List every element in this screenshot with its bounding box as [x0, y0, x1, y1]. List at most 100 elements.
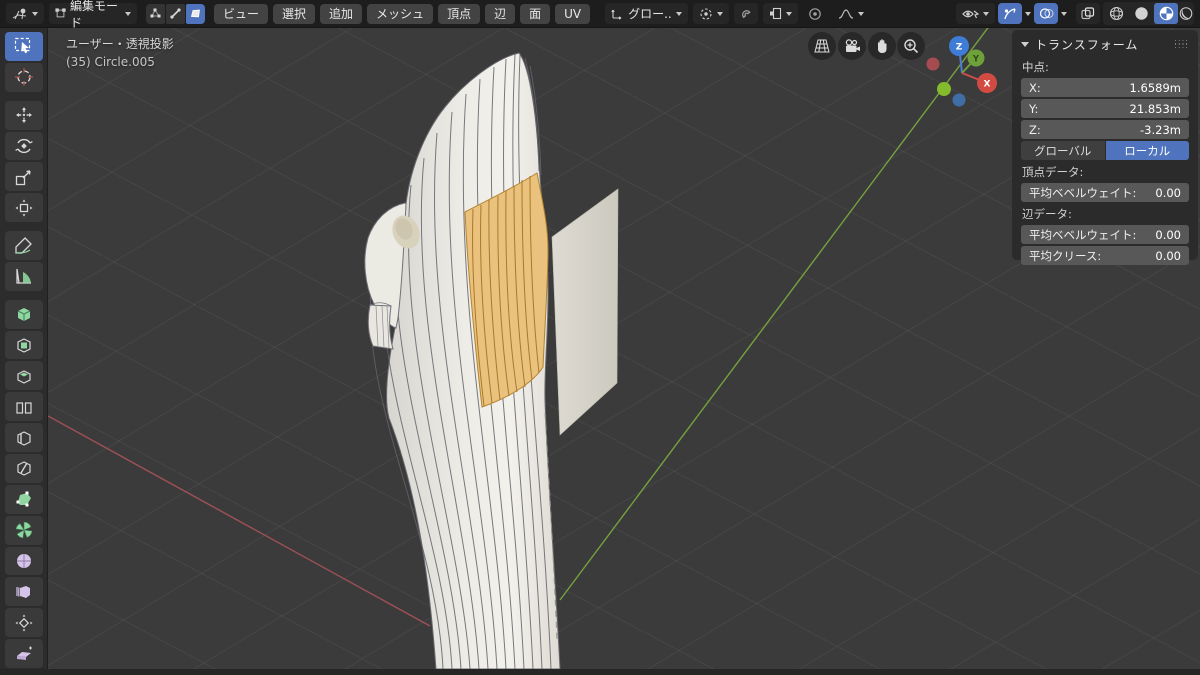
edge-select-button[interactable]	[166, 3, 185, 24]
material-preview-icon	[1159, 6, 1173, 21]
magnifier-plus-icon	[904, 39, 919, 54]
edge-bevel-weight-field[interactable]: 平均ベベルウェイト: 0.00	[1021, 225, 1189, 244]
proportional-editing-icon	[808, 7, 821, 20]
panel-grip-icon[interactable]: ::::::::	[1174, 38, 1189, 50]
camera-view-button[interactable]	[838, 32, 866, 60]
tool-move[interactable]	[4, 100, 43, 130]
tool-extrude-region[interactable]	[4, 330, 43, 360]
field-label: 平均ベベルウェイト:	[1029, 185, 1137, 200]
snap-magnet-icon	[742, 10, 751, 19]
tool-shear[interactable]	[4, 639, 43, 668]
field-value: 0.00	[1155, 248, 1181, 263]
viewport-3d[interactable]: Z Y X ユーザー・透視投影 (35) Circle.005 トランスフォーム…	[48, 28, 1200, 669]
zoom-view-button[interactable]	[897, 32, 925, 60]
tool-annotate[interactable]	[4, 231, 43, 260]
rendered-shading-icon	[1179, 7, 1193, 20]
material-preview-button[interactable]	[1154, 3, 1178, 24]
tool-bevel[interactable]	[4, 392, 43, 422]
mode-selector[interactable]: 編集モード	[49, 0, 137, 30]
pivot-point-icon	[700, 7, 712, 20]
menu-select[interactable]: 選択	[273, 3, 316, 24]
tool-spin[interactable]	[4, 515, 43, 545]
edge-data-label: 辺データ:	[1022, 207, 1072, 221]
menu-face[interactable]: 面	[520, 3, 551, 24]
transform-orientation-dropdown[interactable]: グロー..	[605, 3, 688, 24]
tool-shelf	[0, 28, 48, 669]
xray-toggle[interactable]	[1076, 3, 1100, 24]
solid-shading-button[interactable]	[1129, 3, 1153, 24]
gizmo-dropdown-chevron[interactable]	[1025, 11, 1031, 16]
menu-uv[interactable]: UV	[555, 3, 591, 24]
mean-crease-field[interactable]: 平均クリース: 0.00	[1021, 246, 1189, 265]
tool-knife[interactable]	[4, 453, 43, 483]
visibility-eye-icon	[962, 10, 979, 19]
chevron-down-icon	[983, 11, 989, 16]
show-overlays-toggle[interactable]	[1034, 3, 1058, 24]
tool-smooth[interactable]	[4, 546, 43, 576]
menu-view[interactable]: ビュー	[214, 3, 269, 24]
tool-loop-cut[interactable]	[4, 423, 43, 452]
solid-shading-icon	[1134, 7, 1148, 20]
field-label: X:	[1029, 80, 1041, 95]
face-select-button[interactable]	[186, 3, 205, 24]
menu-edge[interactable]: 辺	[485, 3, 516, 24]
pivot-point-dropdown[interactable]	[692, 3, 729, 24]
chevron-down-icon	[716, 11, 723, 16]
global-toggle-button[interactable]: グローバル	[1021, 141, 1106, 160]
editor-type-button[interactable]	[6, 3, 44, 24]
median-x-field[interactable]: X: 1.6589m	[1021, 78, 1189, 97]
perspective-grid-button[interactable]	[808, 32, 836, 60]
tool-shrink-fatten[interactable]	[4, 608, 43, 638]
tool-edge-slide[interactable]	[4, 577, 43, 607]
median-y-field[interactable]: Y: 21.853m	[1021, 99, 1189, 118]
tool-add-cube[interactable]	[4, 299, 43, 329]
menu-vertex[interactable]: 頂点	[438, 3, 481, 24]
falloff-dropdown[interactable]	[832, 3, 870, 24]
chevron-down-icon	[32, 11, 38, 16]
object-visibility-dropdown[interactable]	[956, 3, 995, 24]
chevron-down-icon	[125, 11, 131, 16]
menu-add[interactable]: 追加	[320, 3, 363, 24]
mode-label: 編集モード	[70, 0, 119, 30]
blender-window: 編集モード ビュー 選択 追加 メッシュ 頂点 辺 面 UV グロー.. Z Y…	[0, 0, 1200, 675]
tool-inset-faces[interactable]	[4, 361, 43, 391]
viewport-overlay-text: ユーザー・透視投影 (35) Circle.005	[66, 35, 174, 71]
status-strip	[0, 669, 1200, 675]
snap-toggle-button[interactable]	[733, 3, 758, 24]
proportional-editing-button[interactable]	[803, 3, 827, 24]
tool-cursor[interactable]	[4, 62, 43, 92]
rendered-shading-button[interactable]	[1179, 3, 1193, 24]
plane-object	[551, 188, 619, 436]
snap-target-icon	[769, 7, 781, 20]
vertex-select-button[interactable]	[146, 3, 165, 24]
viewport-3d-icon	[12, 8, 27, 19]
falloff-curve-icon	[838, 8, 853, 19]
tool-select-box[interactable]	[4, 32, 43, 61]
show-gizmo-toggle[interactable]	[998, 3, 1022, 24]
field-value: 1.6589m	[1129, 80, 1181, 95]
tool-scale[interactable]	[4, 162, 43, 192]
svg-text:Y: Y	[972, 55, 980, 65]
menu-mesh[interactable]: メッシュ	[367, 3, 434, 24]
transform-panel-header[interactable]: トランスフォーム ::::::::	[1021, 35, 1189, 53]
xray-icon	[1081, 7, 1095, 20]
tool-rotate[interactable]	[4, 131, 43, 161]
wireframe-shading-button[interactable]	[1104, 3, 1128, 24]
camera-icon	[845, 39, 860, 52]
median-z-field[interactable]: Z: -3.23m	[1021, 120, 1189, 139]
perspective-grid-icon	[814, 39, 830, 53]
snap-target-dropdown[interactable]	[762, 3, 798, 24]
tool-measure[interactable]	[4, 261, 43, 291]
topbar: 編集モード ビュー 選択 追加 メッシュ 頂点 辺 面 UV グロー..	[0, 0, 1200, 30]
field-label: Y:	[1029, 101, 1039, 116]
pan-view-button[interactable]	[868, 32, 896, 60]
vertex-bevel-weight-field[interactable]: 平均ベベルウェイト: 0.00	[1021, 183, 1189, 202]
overlays-dropdown-chevron[interactable]	[1061, 11, 1067, 16]
tool-poly-build[interactable]	[4, 484, 43, 514]
shading-mode-group	[1103, 2, 1194, 25]
chevron-down-icon	[857, 11, 864, 16]
local-toggle-button[interactable]: ローカル	[1105, 141, 1189, 160]
transform-panel: トランスフォーム :::::::: 中点: X: 1.6589m Y: 21.8…	[1012, 30, 1198, 265]
tool-transform[interactable]	[4, 193, 43, 223]
field-label: Z:	[1029, 122, 1041, 137]
